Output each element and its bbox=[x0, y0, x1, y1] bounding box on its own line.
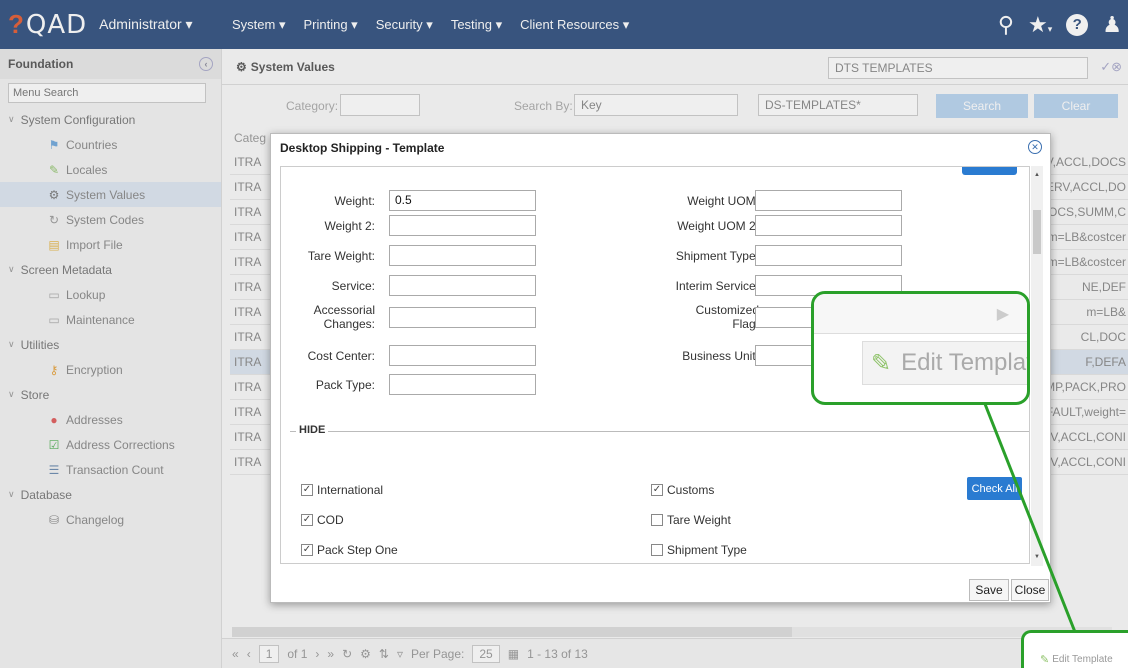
pencil-icon: ✎ bbox=[871, 349, 892, 377]
hide-checkbox[interactable]: ✓ COD bbox=[301, 513, 344, 527]
top-button-edge[interactable] bbox=[962, 167, 1017, 175]
scroll-down-icon[interactable]: ▼ bbox=[1034, 554, 1040, 560]
checkbox-label: COD bbox=[317, 513, 344, 527]
field-label: Weight 2: bbox=[324, 219, 375, 233]
expand-arrow-icon: ▶ bbox=[996, 306, 1009, 323]
field-input[interactable] bbox=[389, 215, 536, 236]
edit-template-button[interactable]: ✎ Edit Template bbox=[1040, 653, 1113, 666]
edit-template-label: Edit Template bbox=[901, 349, 1027, 376]
hide-separator bbox=[290, 431, 1029, 432]
field-label: Business Unit: bbox=[682, 349, 759, 363]
checkbox-label: Pack Step One bbox=[317, 543, 398, 557]
scroll-up-icon[interactable]: ▲ bbox=[1034, 172, 1040, 178]
unchecked-box-icon[interactable] bbox=[651, 514, 663, 526]
field-label: Cost Center: bbox=[307, 349, 375, 363]
hide-checkbox[interactable]: ✓ Customs bbox=[651, 483, 714, 497]
field-label: Weight UOM 2: bbox=[677, 219, 759, 233]
field-input[interactable] bbox=[389, 275, 536, 296]
field-input[interactable] bbox=[755, 190, 902, 211]
edit-template-highlight: ✎ Edit Template bbox=[1021, 630, 1128, 668]
field-input[interactable] bbox=[755, 215, 902, 236]
field-label: Shipment Type: bbox=[675, 249, 759, 263]
field-label: Tare Weight: bbox=[307, 249, 375, 263]
close-button[interactable]: Close bbox=[1011, 579, 1049, 601]
dialog-title: Desktop Shipping - Template bbox=[280, 141, 445, 155]
check-all-button[interactable]: Check All bbox=[967, 477, 1022, 500]
close-icon[interactable]: ✕ bbox=[1028, 140, 1042, 154]
field-input[interactable] bbox=[389, 307, 536, 328]
field-label: Accessorial Changes: bbox=[313, 303, 375, 331]
hide-checkbox[interactable]: ✓ Pack Step One bbox=[301, 543, 398, 557]
field-label: Weight: bbox=[334, 194, 375, 208]
hide-label: HIDE bbox=[296, 424, 329, 436]
scroll-thumb[interactable] bbox=[1033, 210, 1041, 254]
field-input[interactable]: 0.5 bbox=[389, 190, 536, 211]
hide-checkbox[interactable]: ✓ International bbox=[301, 483, 383, 497]
hide-checkbox[interactable]: Shipment Type bbox=[651, 543, 747, 557]
edit-template-small-label: Edit Template bbox=[1052, 654, 1113, 665]
field-input[interactable] bbox=[389, 345, 536, 366]
field-label: Customized Flag: bbox=[695, 303, 759, 331]
checked-box-icon[interactable]: ✓ bbox=[651, 484, 663, 496]
field-input[interactable] bbox=[389, 374, 536, 395]
field-label: Interim Service: bbox=[675, 279, 759, 293]
checked-box-icon[interactable]: ✓ bbox=[301, 544, 313, 556]
checked-box-icon[interactable]: ✓ bbox=[301, 514, 313, 526]
callout-top-row: ▶ bbox=[814, 294, 1027, 334]
save-button[interactable]: Save bbox=[969, 579, 1009, 601]
checkbox-label: International bbox=[317, 483, 384, 497]
checkbox-label: Shipment Type bbox=[667, 543, 747, 557]
unchecked-box-icon[interactable] bbox=[651, 544, 663, 556]
checked-box-icon[interactable]: ✓ bbox=[301, 484, 313, 496]
edit-template-button-zoomed: ✎ Edit Template bbox=[862, 341, 1027, 385]
checkbox-label: Tare Weight bbox=[667, 513, 731, 527]
pencil-icon: ✎ bbox=[1040, 654, 1050, 666]
dialog-vertical-scrollbar[interactable]: ▲ ▼ bbox=[1031, 166, 1043, 566]
edit-template-callout: ▶ ✎ Edit Template bbox=[811, 291, 1030, 405]
hide-checkbox[interactable]: Tare Weight bbox=[651, 513, 731, 527]
field-input[interactable] bbox=[389, 245, 536, 266]
field-label: Pack Type: bbox=[315, 378, 375, 392]
checkbox-label: Customs bbox=[667, 483, 715, 497]
field-label: Weight UOM: bbox=[687, 194, 759, 208]
field-label: Service: bbox=[331, 279, 375, 293]
field-input[interactable] bbox=[755, 245, 902, 266]
